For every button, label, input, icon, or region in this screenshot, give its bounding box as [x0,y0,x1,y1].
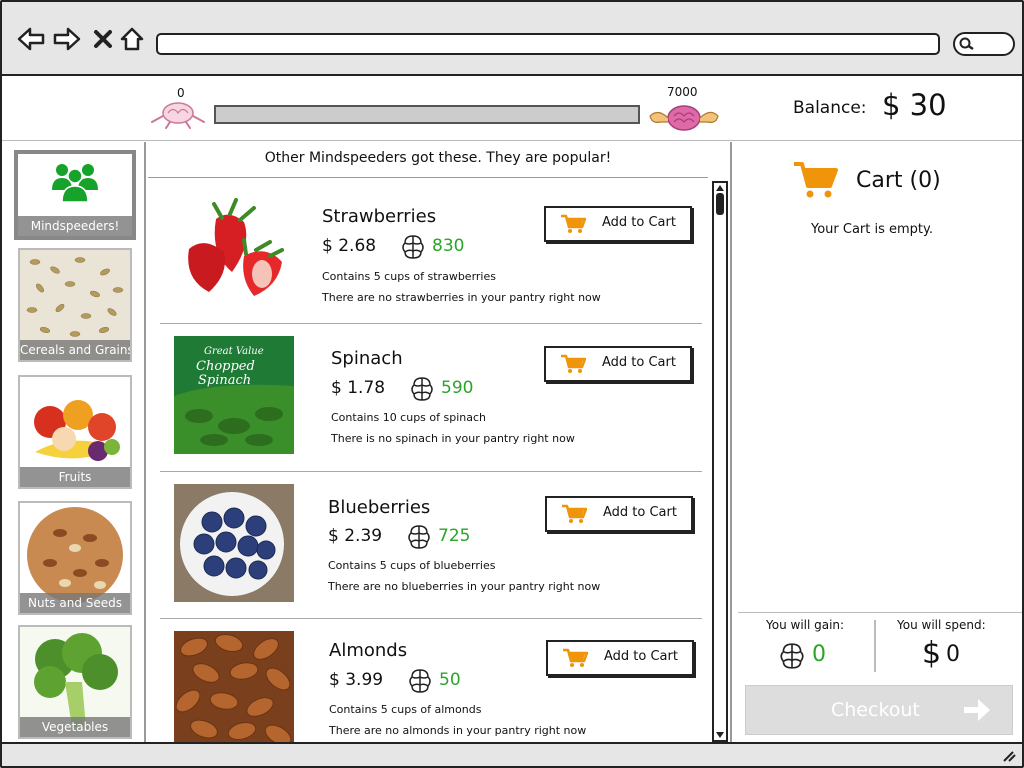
product-list-scrollbar[interactable] [712,181,728,742]
category-label: Fruits [20,467,130,487]
product-name: Blueberries [328,497,431,518]
cart-icon [562,504,587,523]
summary-separator [874,620,876,672]
dollar-icon: $ [922,636,942,671]
product-points: 830 [432,236,465,256]
product-price: $ 2.68 [322,236,377,256]
category-label: Mindspeeders! [18,216,132,236]
progress-max-label: 7000 [667,85,698,99]
product-image-strawberries [174,194,294,312]
add-to-cart-label: Add to Cart [602,215,676,230]
list-divider [148,177,708,178]
add-to-cart-button[interactable]: Add to Cart [544,346,692,382]
category-cereals-and-grains[interactable]: Cereals and Grains [18,248,132,362]
product-name: Spinach [331,348,403,369]
browser-status-bar [2,742,1022,766]
product-points: 590 [441,378,474,398]
cart-panel: Cart (0) Your Cart is empty. You will ga… [732,142,1022,742]
brain-icon [409,669,431,693]
category-label: Cereals and Grains [20,340,130,360]
category-mindspeeders[interactable]: Mindspeeders! [14,150,136,240]
svg-text:Chopped: Chopped [196,359,255,374]
strong-brain-icon [649,105,719,131]
balance-label: Balance: [793,98,867,118]
home-icon[interactable] [117,24,147,54]
cart-icon [561,354,586,373]
product-image-almonds [174,631,294,742]
arrow-right-icon [964,699,990,721]
product-points: 50 [439,670,461,690]
weak-brain-icon [151,102,205,129]
url-bar[interactable] [156,33,940,55]
category-sidebar: Mindspeeders! Cereals and Grains Fruits [2,142,146,742]
scroll-up-icon[interactable] [714,183,726,193]
checkout-button[interactable]: Checkout [745,685,1013,735]
scroll-thumb[interactable] [716,193,724,215]
product-description: Contains 5 cups of strawberries [322,270,496,283]
gain-label: You will gain: [766,618,845,632]
browser-window: 0 7000 Balance: $ 30 Mindspeeders! Cerea… [0,0,1024,768]
product-card-strawberries: Strawberries $ 2.68 830 Contains 5 cups … [160,182,702,324]
add-to-cart-label: Add to Cart [603,505,677,520]
product-card-blueberries: Blueberries $ 2.39 725 Contains 5 cups o… [160,472,702,619]
cart-summary-divider [738,612,1022,613]
group-icon [52,164,98,202]
category-fruits[interactable]: Fruits [18,375,132,489]
product-pantry-status: There are no strawberries in your pantry… [322,291,601,304]
add-to-cart-button[interactable]: Add to Cart [546,640,694,676]
product-card-almonds: Almonds $ 3.99 50 Contains 5 cups of alm… [160,619,702,742]
add-to-cart-button[interactable]: Add to Cart [545,496,693,532]
brain-icon [408,525,430,549]
browser-search-box[interactable] [953,32,1015,56]
browser-toolbar [2,2,1022,76]
product-card-spinach: Great Value Chopped Spinach Spinach $ 1.… [160,324,702,472]
product-name: Strawberries [322,206,437,227]
brain-icon [402,235,424,259]
back-icon[interactable] [16,24,46,54]
gain-value: 0 [812,642,826,667]
svg-text:Great Value: Great Value [204,346,264,357]
category-label: Nuts and Seeds [20,593,130,613]
category-vegetables[interactable]: Vegetables [18,625,132,739]
product-image-blueberries [174,484,294,602]
cart-icon [563,648,588,667]
product-description: Contains 5 cups of blueberries [328,559,496,572]
brain-points-progress-bar [214,105,640,124]
cart-icon [794,162,838,198]
add-to-cart-button[interactable]: Add to Cart [544,206,692,242]
product-list-panel: Other Mindspeeders got these. They are p… [146,142,732,742]
product-description: Contains 10 cups of spinach [331,411,487,424]
search-icon [959,37,974,51]
product-points: 725 [438,526,471,546]
product-price: $ 3.99 [329,670,384,690]
cart-title: Cart (0) [856,168,941,193]
spend-label: You will spend: [897,618,986,632]
add-to-cart-label: Add to Cart [602,355,676,370]
brain-icon [411,377,433,401]
product-price: $ 1.78 [331,378,386,398]
scroll-down-icon[interactable] [714,730,726,740]
product-pantry-status: There are no blueberries in your pantry … [328,580,601,593]
product-pantry-status: There are no almonds in your pantry righ… [329,724,587,737]
add-to-cart-label: Add to Cart [604,649,678,664]
app-header: 0 7000 Balance: $ 30 [2,76,1022,141]
spend-value: 0 [946,642,960,667]
product-pantry-status: There is no spinach in your pantry right… [331,432,575,445]
cart-empty-message: Your Cart is empty. [810,222,933,237]
product-description: Contains 5 cups of almonds [329,703,482,716]
cart-icon [561,214,586,233]
category-label: Vegetables [20,717,130,737]
popular-heading: Other Mindspeeders got these. They are p… [264,150,612,166]
brain-icon [780,643,804,669]
forward-icon[interactable] [52,24,82,54]
product-image-spinach: Great Value Chopped Spinach [174,336,294,454]
stop-icon[interactable] [88,24,118,54]
product-name: Almonds [329,640,408,661]
product-price: $ 2.39 [328,526,383,546]
category-nuts-and-seeds[interactable]: Nuts and Seeds [18,501,132,615]
balance-value: $ 30 [882,88,947,122]
resize-grip-icon[interactable] [1002,750,1016,762]
checkout-label: Checkout [831,699,920,721]
svg-text:Spinach: Spinach [198,373,251,388]
